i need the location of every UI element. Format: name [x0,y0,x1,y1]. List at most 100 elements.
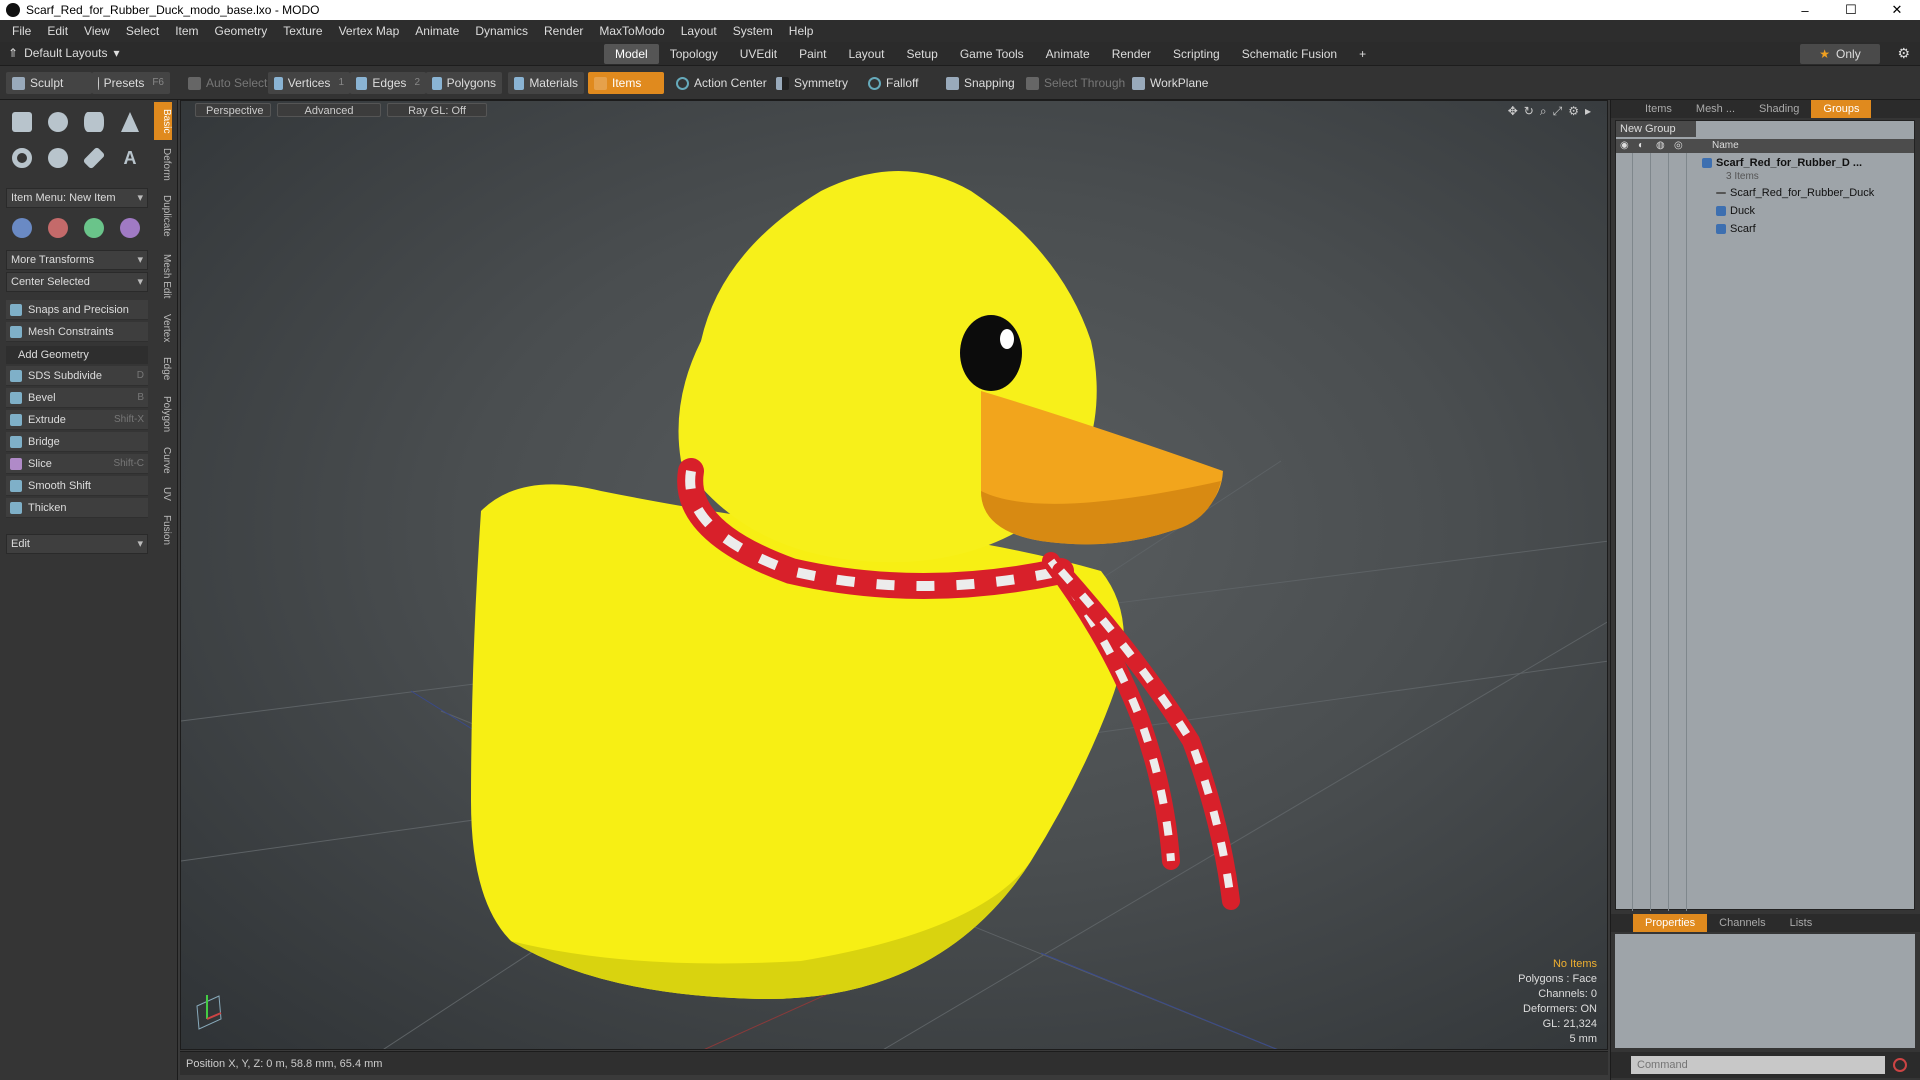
thicken-button[interactable]: Thicken [6,498,148,518]
scale-icon[interactable] [78,212,110,244]
menu-maxtomodo[interactable]: MaxToModo [591,24,672,38]
rotate-view-icon[interactable]: ↻ [1524,104,1534,119]
slice-button[interactable]: Slice Shift-C [6,454,148,474]
edges-button[interactable]: Edges 2 [350,72,426,94]
vertices-button[interactable]: Vertices 1 [268,72,350,94]
menu-edit[interactable]: Edit [39,24,76,38]
sds-subdivide-button[interactable]: SDS Subdivide D [6,366,148,386]
cylinder-icon[interactable] [78,106,110,138]
pan-icon[interactable]: ✥ [1508,104,1518,119]
gear-icon[interactable]: ⚙ [1897,45,1910,62]
falloff-button[interactable]: Falloff [862,72,924,94]
group-child-row[interactable]: Scarf [1716,223,1920,235]
viewport-menu-icon[interactable]: ▸ [1585,104,1591,119]
menu-render[interactable]: Render [536,24,591,38]
menu-help[interactable]: Help [781,24,822,38]
vtab-polygon[interactable]: Polygon [154,390,172,438]
tab-scripting[interactable]: Scripting [1162,44,1231,64]
torus-icon[interactable] [6,142,38,174]
menu-geometry[interactable]: Geometry [207,24,276,38]
menu-item[interactable]: Item [167,24,206,38]
only-toggle[interactable]: ★ Only [1800,44,1880,64]
extrude-button[interactable]: Extrude Shift-X [6,410,148,430]
tab-uvedit[interactable]: UVEdit [729,44,788,64]
menu-file[interactable]: File [4,24,39,38]
vtab-duplicate[interactable]: Duplicate [154,188,172,244]
capsule-icon[interactable] [42,142,74,174]
transform-icon[interactable] [114,212,146,244]
center-selected-dropdown[interactable]: Center Selected [6,272,148,292]
tab-game-tools[interactable]: Game Tools [949,44,1035,64]
bevel-button[interactable]: Bevel B [6,388,148,408]
edit-dropdown[interactable]: Edit [6,534,148,554]
tab-model[interactable]: Model [604,44,659,64]
select-through-button[interactable]: Select Through [1020,72,1131,94]
select-icon[interactable]: ◎ [1674,139,1683,153]
new-group-button[interactable]: New Group [1616,121,1696,137]
tab-layout[interactable]: Layout [837,44,895,64]
vtab-edge[interactable]: Edge [154,352,172,386]
vtab-curve[interactable]: Curve [154,442,172,478]
tab-schematic-fusion[interactable]: Schematic Fusion [1231,44,1348,64]
tab-lists[interactable]: Lists [1778,914,1825,932]
menu-system[interactable]: System [725,24,781,38]
minimize-button[interactable]: – [1782,0,1828,20]
item-menu-dropdown[interactable]: Item Menu: New Item [6,188,148,208]
group-child-row[interactable]: Duck [1716,205,1920,217]
snaps-precision-button[interactable]: Snaps and Precision [6,300,148,320]
rotate-icon[interactable] [42,212,74,244]
group-row[interactable]: Scarf_Red_for_Rubber_D ... [1702,157,1912,169]
eye-icon[interactable]: ◉ [1620,139,1629,153]
polygons-button[interactable]: Polygons [426,72,502,94]
vtab-vertex[interactable]: Vertex [154,308,172,348]
bridge-button[interactable]: Bridge [6,432,148,452]
tab-shading[interactable]: Shading [1747,100,1811,118]
tab-animate[interactable]: Animate [1035,44,1101,64]
tab-mesh[interactable]: Mesh ... [1684,100,1747,118]
viewport-settings-icon[interactable]: ⚙ [1568,104,1579,119]
vtab-uv[interactable]: UV [154,482,172,506]
mesh-constraints-button[interactable]: Mesh Constraints [6,322,148,342]
menu-vertex-map[interactable]: Vertex Map [331,24,408,38]
3d-viewport[interactable]: Perspective Advanced Ray GL: Off ✥ ↻ ⌕ ⤢… [180,100,1608,1050]
tab-topology[interactable]: Topology [659,44,729,64]
add-geometry-header[interactable]: Add Geometry [6,346,148,364]
raygl-toggle[interactable]: Ray GL: Off [387,103,487,117]
menu-texture[interactable]: Texture [275,24,330,38]
tab-groups[interactable]: Groups [1811,100,1872,118]
stop-icon[interactable] [1893,1058,1907,1072]
menu-view[interactable]: View [76,24,118,38]
smooth-shift-button[interactable]: Smooth Shift [6,476,148,496]
menu-animate[interactable]: Animate [407,24,467,38]
symmetry-button[interactable]: Symmetry [770,72,854,94]
command-input[interactable] [1631,1056,1885,1074]
menu-select[interactable]: Select [118,24,167,38]
more-transforms-dropdown[interactable]: More Transforms [6,250,148,270]
items-button[interactable]: Items [588,72,664,94]
text-icon[interactable]: A [114,142,146,174]
menu-layout[interactable]: Layout [673,24,725,38]
move-icon[interactable] [6,212,38,244]
tab-items[interactable]: Items [1633,100,1684,118]
tab-channels[interactable]: Channels [1707,914,1777,932]
vtab-deform[interactable]: Deform [154,144,172,184]
fit-view-icon[interactable]: ⤢ [1553,104,1563,119]
tab-setup[interactable]: Setup [895,44,948,64]
tab-render[interactable]: Render [1101,44,1162,64]
shading-advanced[interactable]: Advanced [277,103,381,117]
view-mode-perspective[interactable]: Perspective [195,103,271,117]
menu-dynamics[interactable]: Dynamics [467,24,536,38]
auto-select-button[interactable]: Auto Select [182,72,273,94]
pen-icon[interactable] [78,142,110,174]
cube-icon[interactable] [6,106,38,138]
vtab-mesh-edit[interactable]: Mesh Edit [154,248,172,304]
presets-button[interactable]: Presets F6 [92,72,170,94]
lock-icon[interactable]: ◍ [1656,139,1665,153]
sculpt-button[interactable]: Sculpt [6,72,92,94]
cone-icon[interactable] [114,106,146,138]
default-layouts-dropdown[interactable]: ⇑ Default Layouts ▾ [8,46,119,60]
render-icon[interactable]: ◐ [1638,139,1644,153]
maximize-button[interactable]: ☐ [1828,0,1874,20]
materials-button[interactable]: Materials [508,72,584,94]
group-child-row[interactable]: Scarf_Red_for_Rubber_Duck [1716,187,1920,199]
